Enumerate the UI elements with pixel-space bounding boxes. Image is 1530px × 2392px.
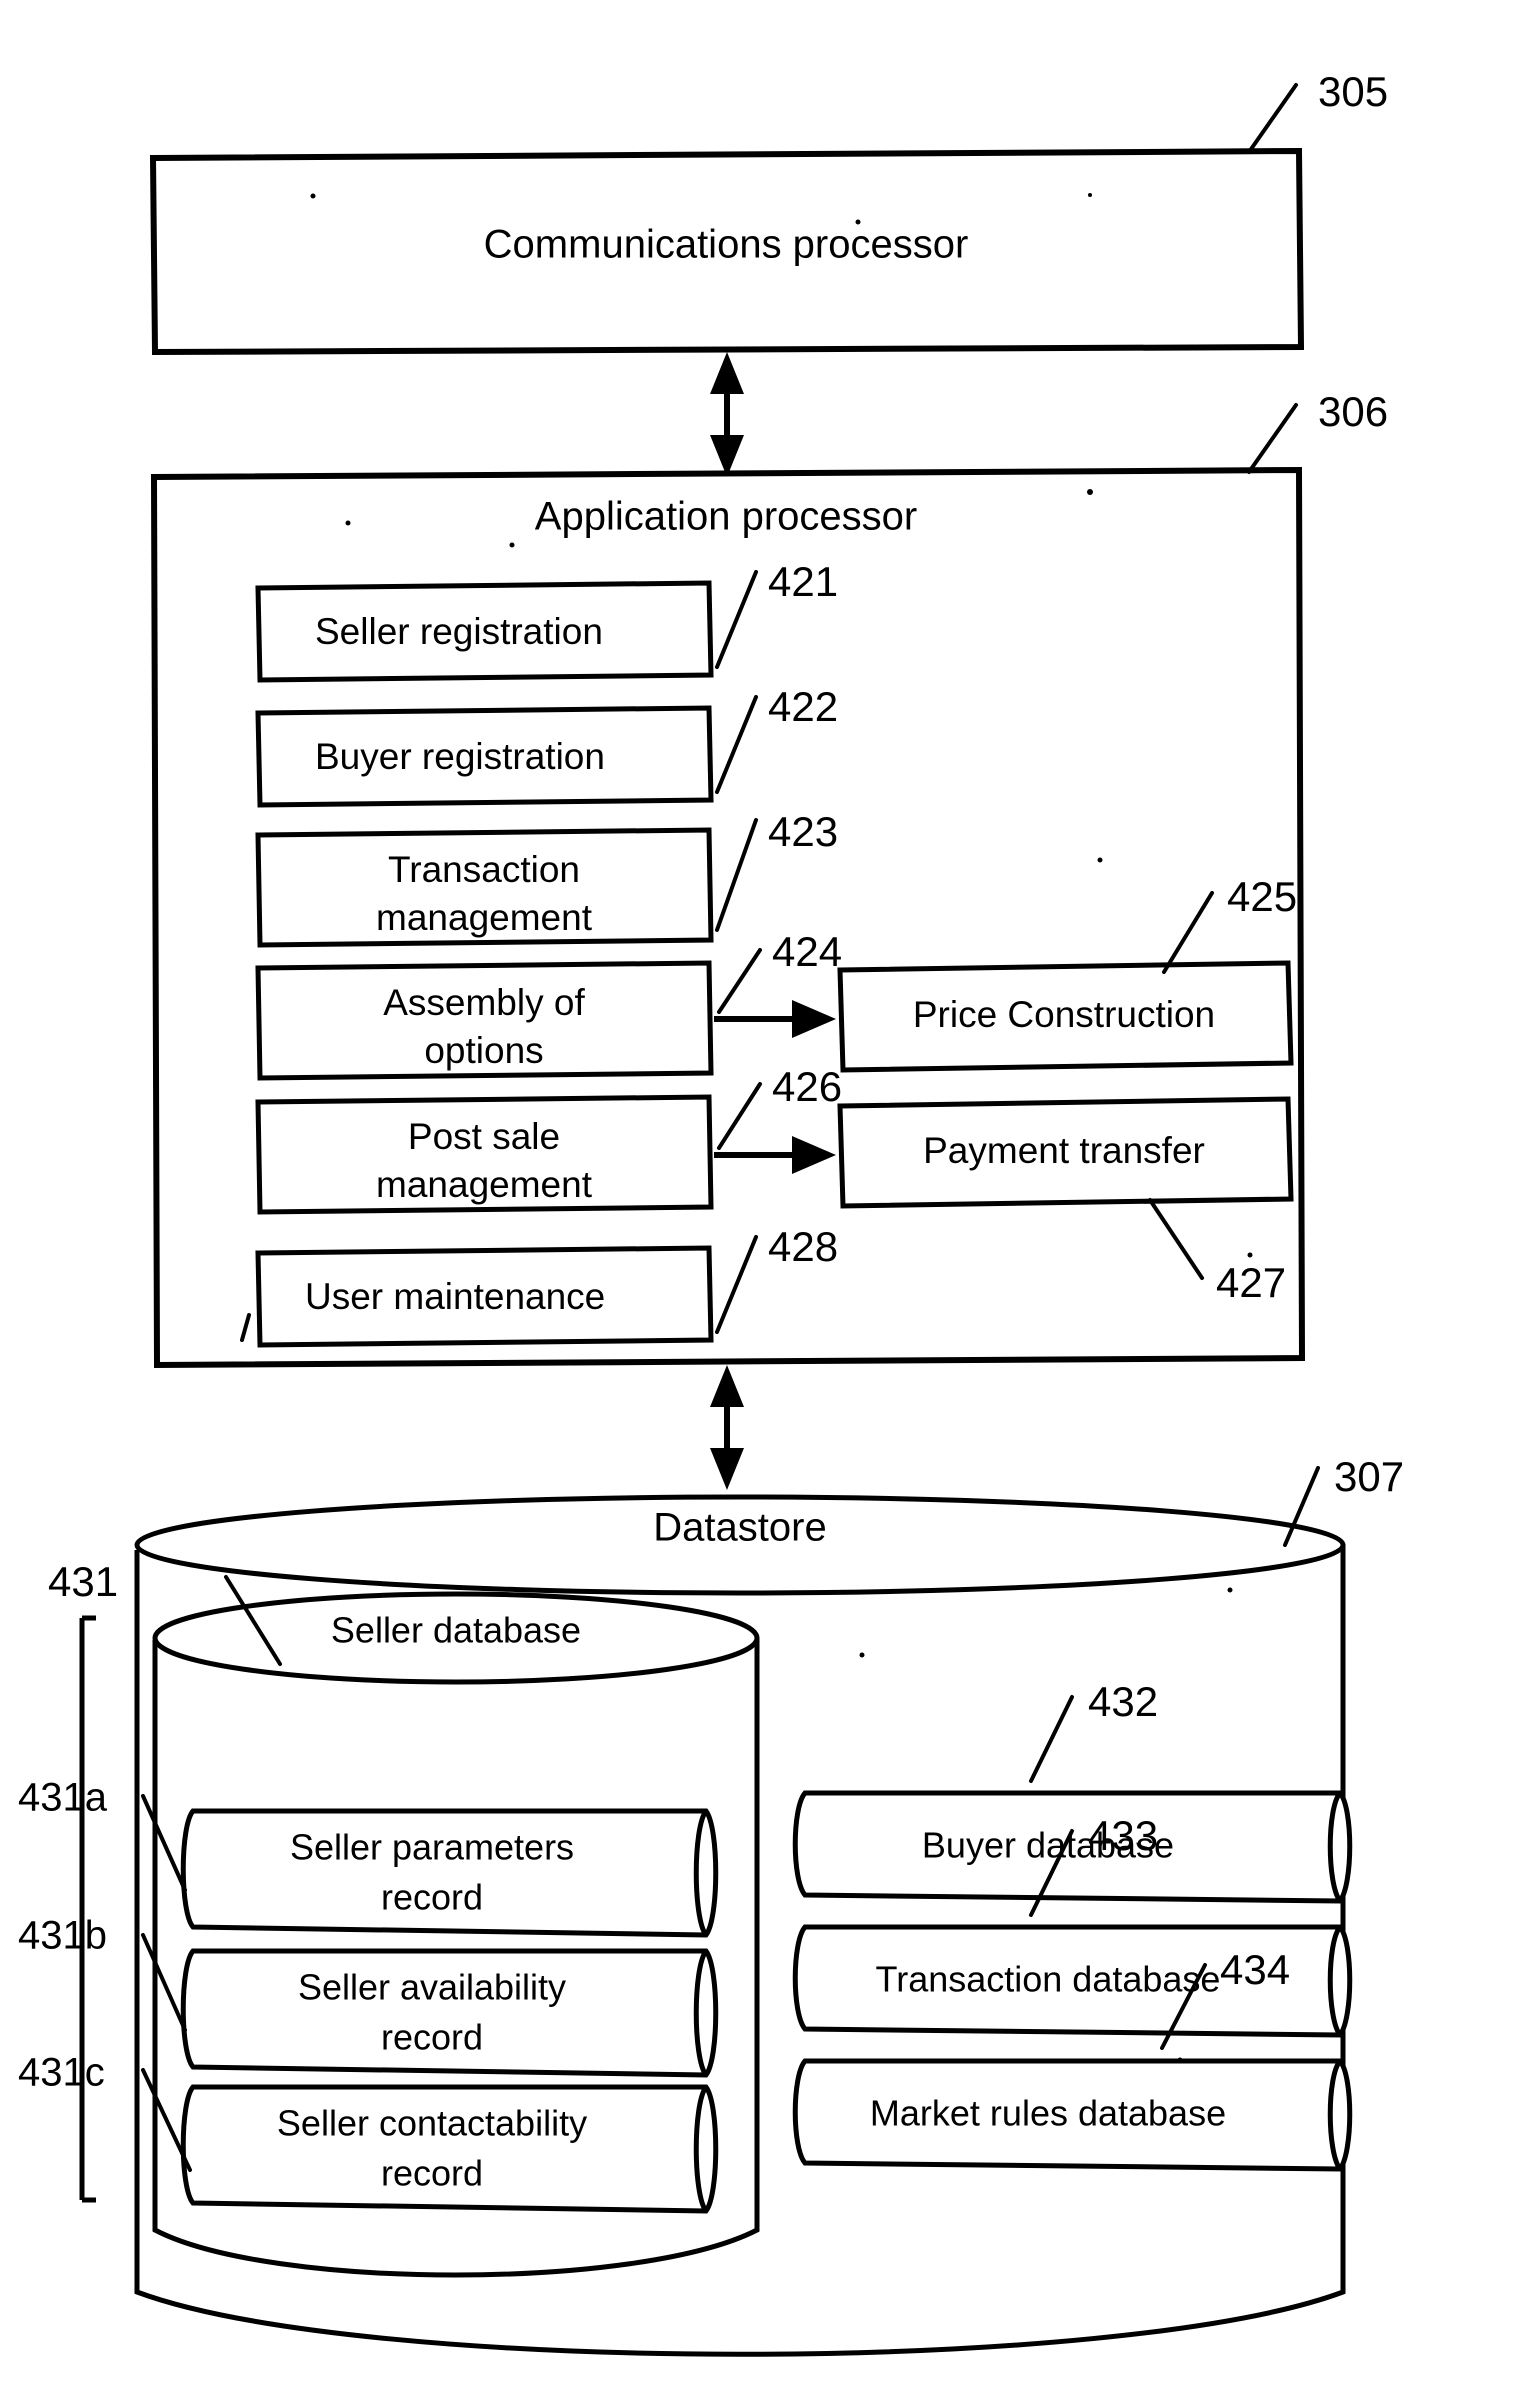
- ref-421-label: 421: [768, 558, 838, 605]
- output-price-construction[interactable]: Price Construction: [837, 960, 1294, 1073]
- speck: [1087, 489, 1093, 495]
- output-payment-transfer[interactable]: Payment transfer: [837, 1096, 1294, 1209]
- ref-305-label: 305: [1318, 68, 1388, 115]
- speck: [1227, 1587, 1233, 1593]
- communications-processor-label: Communications processor: [484, 223, 969, 267]
- record-seller-availability-line2: record: [381, 2017, 483, 2058]
- connector-app-to-datastore: [710, 1365, 744, 1490]
- ref-425-label: 425: [1227, 873, 1297, 920]
- output-price-construction-label: Price Construction: [913, 994, 1215, 1035]
- record-seller-availability[interactable]: Seller availability record: [180, 1948, 719, 2078]
- module-user-maintenance-label: User maintenance: [305, 1276, 605, 1317]
- record-seller-contactability-line2: record: [381, 2153, 483, 2194]
- module-transaction-management-label-line1: Transaction: [388, 849, 580, 890]
- speck: [509, 542, 515, 548]
- module-buyer-registration[interactable]: Buyer registration: [255, 705, 714, 808]
- arrowhead-down: [710, 1448, 744, 1490]
- record-seller-parameters-line2: record: [381, 1877, 483, 1918]
- arrowhead-up: [710, 352, 744, 394]
- db-market-rules-database[interactable]: Market rules database: [792, 2058, 1353, 2172]
- module-post-sale-management-label-line1: Post sale: [408, 1116, 560, 1157]
- output-payment-transfer-label: Payment transfer: [923, 1130, 1205, 1171]
- module-assembly-of-options-label-line1: Assembly of: [383, 982, 585, 1023]
- figure-canvas: Communications processor 305 Application…: [0, 0, 1530, 2392]
- record-seller-contactability-line1: Seller contactability: [277, 2103, 587, 2144]
- ref-427-label: 427: [1216, 1259, 1286, 1306]
- module-post-sale-management-label-line2: management: [376, 1164, 593, 1205]
- ref-426-label: 426: [772, 1063, 842, 1110]
- module-post-sale-management[interactable]: Post sale management: [255, 1094, 714, 1215]
- module-buyer-registration-label: Buyer registration: [315, 736, 605, 777]
- speck: [855, 219, 861, 225]
- ref-433-label: 433: [1088, 1812, 1158, 1859]
- speck: [1088, 193, 1092, 197]
- db-transaction-database-label: Transaction database: [876, 1959, 1221, 2000]
- speck: [859, 1652, 865, 1658]
- arrowhead-up: [710, 1365, 744, 1407]
- module-transaction-management[interactable]: Transaction management: [255, 827, 714, 948]
- ref-431c-label: 431c: [18, 2051, 105, 2095]
- ref-424-label: 424: [772, 928, 842, 975]
- communications-processor-box: Communications processor: [149, 147, 1305, 356]
- record-seller-parameters[interactable]: Seller parameters record: [180, 1808, 719, 1938]
- db-buyer-database[interactable]: Buyer database: [792, 1790, 1353, 1904]
- ref-431b-label: 431b: [18, 1914, 107, 1958]
- ref-423-label: 423: [768, 808, 838, 855]
- seller-database-label: Seller database: [331, 1610, 581, 1651]
- module-seller-registration[interactable]: Seller registration: [255, 580, 714, 683]
- record-seller-parameters-line1: Seller parameters: [290, 1827, 574, 1868]
- record-seller-contactability[interactable]: Seller contactability record: [180, 2084, 719, 2214]
- ref-432-label: 432: [1088, 1678, 1158, 1725]
- module-user-maintenance[interactable]: User maintenance: [255, 1245, 714, 1348]
- patent-diagram: Communications processor 305 Application…: [18, 68, 1404, 2357]
- record-seller-availability-line1: Seller availability: [298, 1967, 566, 2008]
- db-market-rules-database-label: Market rules database: [870, 2093, 1226, 2134]
- application-processor-label: Application processor: [535, 495, 917, 539]
- ref-422-label: 422: [768, 683, 838, 730]
- connector-comms-to-app: [710, 352, 744, 477]
- speck: [1097, 857, 1103, 863]
- ref-434-label: 434: [1220, 1946, 1290, 1993]
- ref-431a-label: 431a: [18, 1776, 108, 1820]
- ref-431-label: 431: [48, 1558, 118, 1605]
- module-seller-registration-label: Seller registration: [315, 611, 603, 652]
- module-assembly-of-options[interactable]: Assembly of options: [255, 960, 714, 1081]
- ref-428-label: 428: [768, 1223, 838, 1270]
- ref-307-label: 307: [1334, 1453, 1404, 1500]
- speck: [310, 193, 316, 199]
- module-transaction-management-label-line2: management: [376, 897, 593, 938]
- datastore-label: Datastore: [653, 1506, 826, 1550]
- ref-306-label: 306: [1318, 388, 1388, 435]
- speck: [1247, 1252, 1253, 1258]
- module-assembly-of-options-label-line2: options: [424, 1030, 543, 1071]
- ref-306: 306: [1247, 388, 1388, 474]
- speck: [345, 520, 351, 526]
- ref-305: 305: [1247, 68, 1388, 154]
